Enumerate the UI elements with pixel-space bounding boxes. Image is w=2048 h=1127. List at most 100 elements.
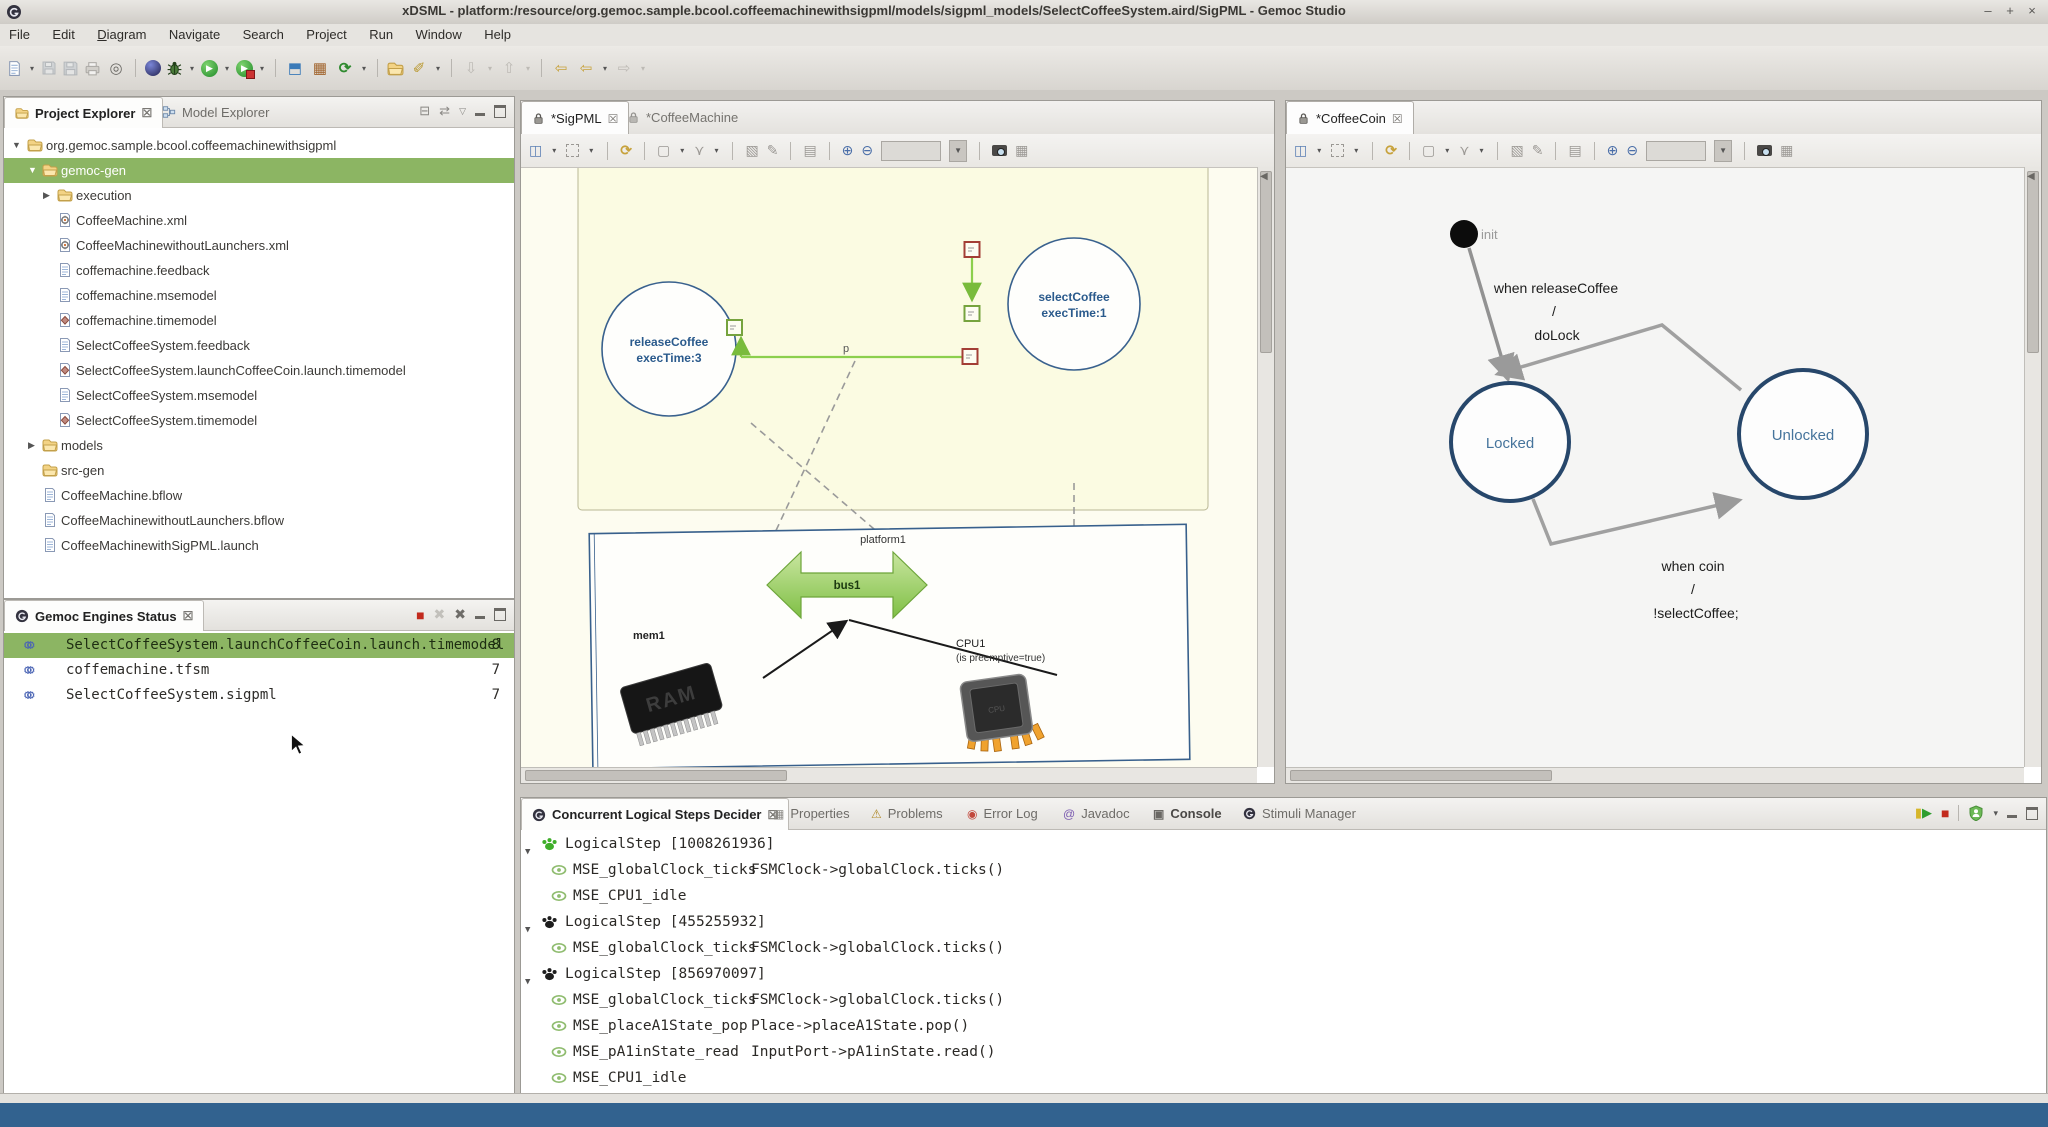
tab-stimuli-manager[interactable]: Stimuli Manager (1233, 798, 1366, 829)
horizontal-scrollbar[interactable] (521, 767, 1257, 783)
tab-error-log[interactable]: ◉ Error Log (957, 798, 1048, 829)
step-icon[interactable]: ▮▶ (1915, 805, 1932, 821)
minimize-view-icon[interactable] (475, 616, 485, 619)
tab-javadoc[interactable]: @ Javadoc (1053, 798, 1140, 829)
new-gemoc-project-icon[interactable]: ⬒ (285, 58, 305, 78)
desktop-taskbar[interactable] (0, 1103, 2048, 1127)
tab-project-explorer[interactable]: Project Explorer ☒ (4, 97, 163, 128)
engine-row[interactable]: ⚙⚙ SelectCoffeeSystem.launchCoffeeCoin.l… (4, 633, 514, 658)
tree-item-coffemachine-feedback[interactable]: coffemachine.feedback (4, 258, 514, 283)
grid-icon[interactable]: ▦ (1780, 142, 1793, 159)
engine-row[interactable]: ⚙⚙ coffemachine.tfsm 7 (4, 658, 514, 683)
refresh-icon[interactable]: ⟳ (335, 58, 355, 78)
refresh-diagram-icon[interactable]: ⟳ (1385, 142, 1397, 159)
arrange-icon[interactable]: ◫ (529, 142, 542, 159)
back-icon[interactable]: ⇦ (576, 58, 596, 78)
print-icon[interactable] (84, 60, 101, 77)
close-tab-icon[interactable]: ☒ (141, 106, 152, 120)
tree-item-project-root[interactable]: ▼ org.gemoc.sample.bcool.coffeemachinewi… (4, 133, 514, 158)
maximize-view-icon[interactable] (494, 608, 506, 621)
edit-mode-icon[interactable]: ✎ (1532, 142, 1544, 159)
logical-step-row[interactable]: ▼ LogicalStep [455255932] (521, 909, 2046, 935)
export-image-icon[interactable]: ▧ (745, 142, 758, 159)
dispose-all-engines-icon[interactable]: ✖ (454, 606, 466, 623)
tree-item-coffeemachinewithsigpml-launch[interactable]: CoffeeMachinewithSigPML.launch (4, 533, 514, 558)
transition-selectcoffee[interactable] (1533, 499, 1736, 544)
zoom-level-combo[interactable] (1646, 141, 1706, 161)
minimize-view-icon[interactable] (475, 113, 485, 116)
update-site-icon[interactable] (145, 60, 161, 76)
run-dropdown-icon[interactable]: ▾ (223, 64, 231, 73)
coffeecoin-canvas[interactable]: init when releaseCoffee / doLock when co… (1286, 167, 2024, 768)
tree-item-coffemachine-timemodel[interactable]: coffemachine.timemodel (4, 308, 514, 333)
decider-dropdown-icon[interactable]: ▾ (1993, 808, 1998, 819)
tab-model-explorer[interactable]: Model Explorer (152, 97, 279, 127)
grid-icon[interactable]: ▦ (1015, 142, 1028, 159)
annotation-pen-icon[interactable]: ✐ (409, 58, 429, 78)
mse-row[interactable]: MSE_globalClock_ticks FSMClock->globalCl… (521, 987, 2046, 1013)
forward-icon[interactable]: ⇨ (614, 58, 634, 78)
zoom-combo-dropdown-icon[interactable]: ▼ (1714, 140, 1732, 162)
menu-run[interactable]: Run (360, 24, 402, 45)
link-with-editor-icon[interactable]: ⇄ (439, 103, 450, 119)
select-dropdown-icon[interactable]: ▾ (587, 146, 595, 155)
copy-dropdown-icon[interactable]: ▾ (1443, 146, 1451, 155)
logical-step-row[interactable]: ▼ LogicalStep [856970097] (521, 961, 2046, 987)
maximize-view-icon[interactable] (2026, 807, 2038, 820)
open-folder-icon[interactable] (387, 60, 404, 77)
paste-layout-icon[interactable]: ▤ (1568, 142, 1581, 159)
mse-row[interactable]: MSE_CPU1_idle (521, 1065, 2046, 1091)
tab-coffeecoin[interactable]: *CoffeeCoin ☒ (1286, 101, 1414, 135)
output-port[interactable] (727, 320, 742, 335)
select-icon[interactable] (1331, 144, 1344, 157)
tab-concurrent-logical-steps-decider[interactable]: Concurrent Logical Steps Decider ☒ (521, 798, 789, 830)
run-icon[interactable]: ▶ (201, 60, 218, 77)
filters-icon[interactable]: ⋎ (1459, 142, 1469, 159)
menu-help[interactable]: Help (475, 24, 520, 45)
menu-project[interactable]: Project (297, 24, 355, 45)
close-tab-icon[interactable]: ☒ (1392, 112, 1403, 126)
input-port-bottom[interactable] (963, 349, 978, 364)
tree-item-execution[interactable]: ▶ execution (4, 183, 514, 208)
mark-occurrences-icon[interactable]: ◎ (106, 58, 126, 78)
mse-row[interactable]: MSE_pA1inState_read InputPort->pA1inStat… (521, 1039, 2046, 1065)
paste-layout-icon[interactable]: ▤ (803, 142, 816, 159)
zoom-in-icon[interactable]: ⊕ (1607, 142, 1619, 159)
tree-item-selectcoffeesystem-timemodel[interactable]: SelectCoffeeSystem.timemodel (4, 408, 514, 433)
close-tab-icon[interactable]: ☒ (183, 609, 194, 623)
tree-item-coffeemachine-withoutlaunchers-xml[interactable]: CoffeeMachinewithoutLaunchers.xml (4, 233, 514, 258)
zoom-in-icon[interactable]: ⊕ (842, 142, 854, 159)
tree-item-selectcoffeesystem-feedback[interactable]: SelectCoffeeSystem.feedback (4, 333, 514, 358)
zoom-level-combo[interactable] (881, 141, 941, 161)
filters-dropdown-icon[interactable]: ▾ (1477, 146, 1485, 155)
tab-gemoc-engines-status[interactable]: Gemoc Engines Status ☒ (4, 600, 204, 631)
save-icon[interactable] (41, 60, 57, 76)
back-dropdown-icon[interactable]: ▾ (601, 64, 609, 73)
arrange-dropdown-icon[interactable]: ▾ (1315, 146, 1323, 155)
arrange-icon[interactable]: ◫ (1294, 142, 1307, 159)
menu-search[interactable]: Search (234, 24, 293, 45)
dispose-engine-icon[interactable]: ✖ (434, 606, 446, 623)
stop-engine-icon[interactable]: ■ (416, 607, 424, 623)
next-annotation-dropdown-icon[interactable]: ▾ (486, 64, 494, 73)
tab-properties[interactable]: ▦ Properties (763, 798, 860, 829)
last-edit-location-icon[interactable]: ⇦ (551, 58, 571, 78)
collapse-all-icon[interactable]: ⊟ (419, 103, 430, 119)
palette-toggle-icon[interactable]: ◀ (1260, 171, 1268, 182)
port-mid[interactable] (965, 306, 980, 321)
snapshot-icon[interactable] (992, 145, 1007, 156)
vertical-scrollbar[interactable] (2024, 167, 2041, 767)
save-all-icon[interactable] (62, 60, 79, 77)
actor-releasecoffee[interactable] (602, 282, 736, 416)
mse-row[interactable]: MSE_placeA1State_pop Place->placeA1State… (521, 1013, 2046, 1039)
close-button[interactable]: × (2024, 4, 2040, 20)
debug-icon[interactable] (166, 60, 183, 77)
menu-navigate[interactable]: Navigate (160, 24, 229, 45)
engine-row[interactable]: ⚙⚙ SelectCoffeeSystem.sigpml 7 (4, 683, 514, 708)
maximize-button[interactable]: + (2002, 4, 2018, 20)
mse-row[interactable]: MSE_globalClock_ticks FSMClock->globalCl… (521, 857, 2046, 883)
zoom-out-icon[interactable]: ⊖ (1626, 142, 1638, 159)
zoom-out-icon[interactable]: ⊖ (861, 142, 873, 159)
previous-annotation-dropdown-icon[interactable]: ▾ (524, 64, 532, 73)
sigpml-canvas[interactable]: releaseCoffee execTime:3 selectCoffee ex… (521, 167, 1257, 768)
